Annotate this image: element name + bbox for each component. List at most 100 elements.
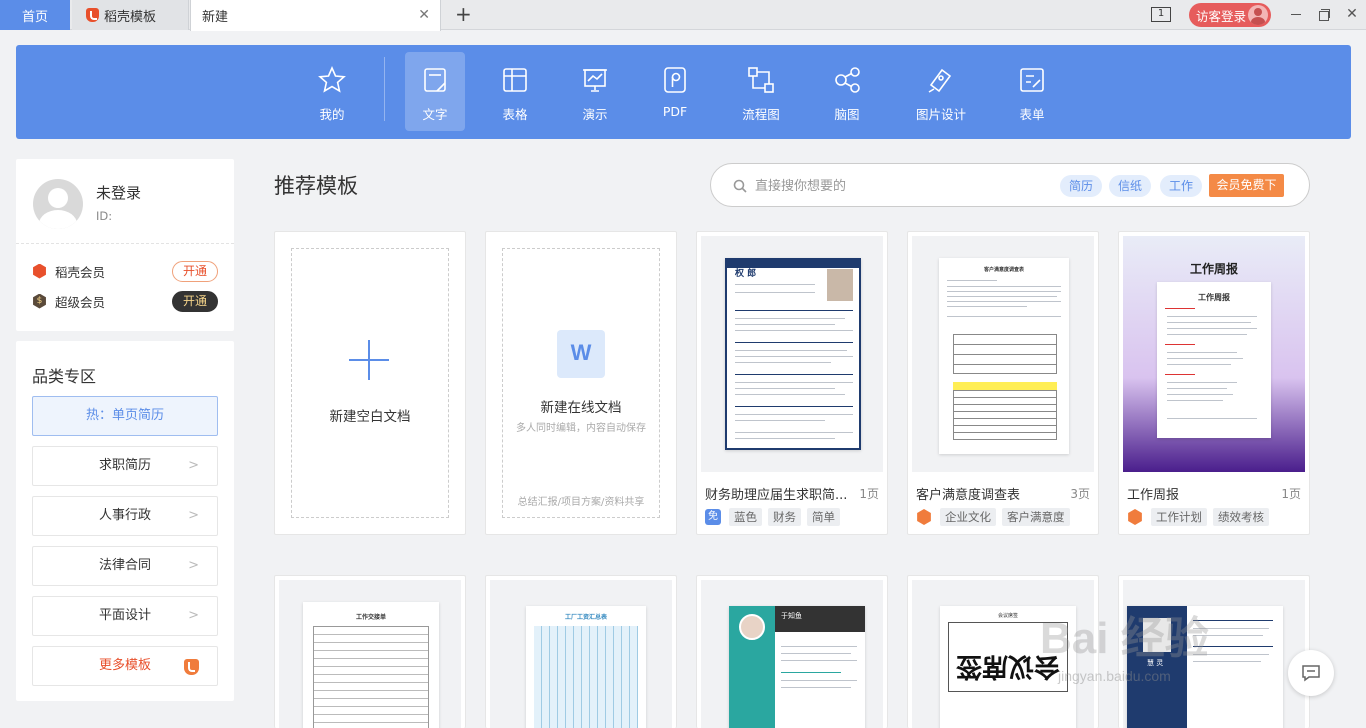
free-badge: 免 bbox=[705, 509, 721, 525]
new-blank-doc-label: 新建空白文档 bbox=[329, 409, 411, 425]
star-icon bbox=[318, 66, 346, 93]
dual-screen-icon[interactable]: 1 bbox=[1151, 7, 1171, 22]
close-tab-icon[interactable]: ✕ bbox=[418, 8, 430, 22]
online-doc-icon-letter: W bbox=[570, 340, 592, 365]
dashed-frame bbox=[291, 248, 449, 518]
daoke-open-button[interactable]: 开通 bbox=[172, 261, 218, 282]
resume-photo bbox=[827, 269, 853, 301]
ribbon-item-flowchart[interactable]: 流程图 bbox=[731, 52, 791, 131]
daoke-logo-icon bbox=[86, 8, 99, 22]
template-page-count: 1页 bbox=[859, 487, 879, 501]
template-thumbnail: 工厂工资汇总表 bbox=[490, 580, 672, 728]
category-hot-resume[interactable]: 热：单页简历 bbox=[32, 396, 218, 436]
hot-tag-letter[interactable]: 信纸 bbox=[1109, 175, 1151, 197]
category-label: 人事行政 bbox=[98, 508, 151, 523]
user-name[interactable]: 未登录 bbox=[96, 182, 141, 203]
ribbon-item-image-design[interactable]: 图片设计 bbox=[910, 52, 972, 131]
ribbon-item-pdf[interactable]: PDF bbox=[645, 52, 705, 131]
search-box: 简历 信纸 工作 会员免费下 bbox=[710, 163, 1310, 207]
category-item[interactable]: 人事行政 > bbox=[32, 496, 218, 536]
dashed-frame bbox=[502, 248, 660, 518]
weekly-cover-title: 工作周报 bbox=[1189, 262, 1238, 276]
daoke-member-label: 稻壳会员 bbox=[55, 264, 106, 280]
ribbon-divider bbox=[384, 57, 385, 121]
template-card[interactable]: 权 郎 财务助理应届生求职简... 1页 免 蓝色 财务 简单 bbox=[696, 231, 888, 535]
pdf-icon bbox=[664, 67, 686, 93]
category-item[interactable]: 法律合同 > bbox=[32, 546, 218, 586]
template-card[interactable]: 于知鱼 bbox=[696, 575, 888, 728]
section-title: 推荐模板 bbox=[274, 174, 358, 198]
new-blank-doc-card[interactable]: 新建空白文档 bbox=[274, 231, 466, 535]
template-card[interactable]: 工厂工资汇总表 bbox=[485, 575, 677, 728]
presentation-icon bbox=[583, 69, 607, 92]
ribbon-item-presentation[interactable]: 演示 bbox=[565, 52, 625, 131]
watermark-url: jingyan.baidu.com bbox=[1058, 668, 1171, 684]
avatar[interactable] bbox=[33, 179, 83, 229]
ribbon-item-writer[interactable]: 文字 bbox=[405, 52, 465, 131]
minimize-icon[interactable] bbox=[1288, 6, 1304, 22]
salary-preview: 工厂工资汇总表 bbox=[526, 606, 646, 728]
plus-icon bbox=[349, 340, 389, 380]
super-open-button[interactable]: 开通 bbox=[172, 291, 218, 312]
salary-title: 工厂工资汇总表 bbox=[564, 614, 607, 621]
category-item[interactable]: 求职简历 > bbox=[32, 446, 218, 486]
ribbon-item-mindmap[interactable]: 脑图 bbox=[817, 52, 877, 131]
more-templates-button[interactable]: 更多模板 bbox=[32, 646, 218, 686]
template-tag[interactable]: 蓝色 bbox=[729, 508, 762, 526]
handover-preview: 工作交接单 bbox=[303, 602, 439, 728]
daoke-member-icon bbox=[917, 509, 931, 525]
more-templates-label: 更多模板 bbox=[98, 658, 151, 673]
template-card[interactable]: 客户满意度调查表 客户满意度调查表 3页 企业文化 客户满意度 bbox=[907, 231, 1099, 535]
daoke-member-icon bbox=[1128, 509, 1142, 525]
document-icon bbox=[424, 68, 446, 92]
daoke-member-row: 稻壳会员 开通 bbox=[32, 261, 218, 282]
flowchart-icon bbox=[748, 67, 774, 93]
feedback-chat-button[interactable] bbox=[1288, 650, 1334, 696]
hot-tag-resume[interactable]: 简历 bbox=[1060, 175, 1102, 197]
survey-title: 客户满意度调查表 bbox=[983, 267, 1024, 273]
tab-home[interactable]: 首页 bbox=[0, 0, 70, 30]
table-icon bbox=[503, 68, 527, 92]
template-tag[interactable]: 简单 bbox=[807, 508, 840, 526]
template-card[interactable]: 工作周报 工作周报 工作周报 1页 工作计划 绩效考核 bbox=[1118, 231, 1310, 535]
close-window-icon[interactable]: ✕ bbox=[1344, 6, 1360, 22]
form-icon bbox=[1020, 68, 1044, 92]
template-thumbnail: 客户满意度调查表 bbox=[912, 236, 1094, 472]
tab-daoke-templates[interactable]: 稻壳模板 bbox=[72, 0, 189, 30]
category-ribbon: 我的 文字 表格 演示 PDF 流程图 脑图 图片设计 表单 bbox=[16, 45, 1351, 139]
template-tag[interactable]: 工作计划 bbox=[1151, 508, 1207, 526]
template-title: 工作周报 bbox=[1127, 488, 1180, 503]
add-tab-icon[interactable]: + bbox=[455, 3, 472, 25]
tab-new-label: 新建 bbox=[202, 10, 229, 25]
ribbon-label: 脑图 bbox=[834, 107, 860, 122]
template-tag[interactable]: 企业文化 bbox=[940, 508, 996, 526]
resume-teal-name: 于知鱼 bbox=[781, 612, 802, 620]
ribbon-label: 演示 bbox=[582, 107, 608, 122]
search-input[interactable] bbox=[755, 177, 955, 195]
daoke-logo-icon bbox=[184, 659, 199, 675]
online-doc-icon: W bbox=[557, 330, 605, 378]
resume-preview: 权 郎 bbox=[725, 258, 861, 450]
online-doc-subtitle: 多人同时编辑，内容自动保存 bbox=[516, 423, 646, 434]
category-item[interactable]: 平面设计 > bbox=[32, 596, 218, 636]
ribbon-item-form[interactable]: 表单 bbox=[1002, 52, 1062, 131]
ribbon-item-mine[interactable]: 我的 bbox=[302, 52, 362, 131]
template-tag[interactable]: 财务 bbox=[768, 508, 801, 526]
visitor-login-button[interactable]: 访客登录 bbox=[1189, 3, 1271, 27]
tab-new[interactable]: 新建 ✕ bbox=[190, 0, 441, 31]
vip-free-button[interactable]: 会员免费下 bbox=[1209, 174, 1284, 197]
new-online-doc-card[interactable]: W 新建在线文档 多人同时编辑，内容自动保存 总结汇报/项目方案/资料共享 bbox=[485, 231, 677, 535]
ribbon-item-spreadsheet[interactable]: 表格 bbox=[485, 52, 545, 131]
chevron-right-icon: > bbox=[188, 508, 199, 523]
template-tag[interactable]: 绩效考核 bbox=[1213, 508, 1269, 526]
maximize-icon[interactable] bbox=[1316, 6, 1332, 22]
resume-name: 权 郎 bbox=[735, 269, 757, 279]
chevron-right-icon: > bbox=[188, 558, 199, 573]
template-thumbnail: 于知鱼 bbox=[701, 580, 883, 728]
template-tag[interactable]: 客户满意度 bbox=[1002, 508, 1070, 526]
hot-tag-work[interactable]: 工作 bbox=[1160, 175, 1202, 197]
weekly-inner-title: 工作周报 bbox=[1198, 293, 1230, 302]
category-label: 平面设计 bbox=[98, 608, 151, 623]
ribbon-label: 表单 bbox=[1019, 107, 1045, 122]
template-card[interactable]: 工作交接单 bbox=[274, 575, 466, 728]
